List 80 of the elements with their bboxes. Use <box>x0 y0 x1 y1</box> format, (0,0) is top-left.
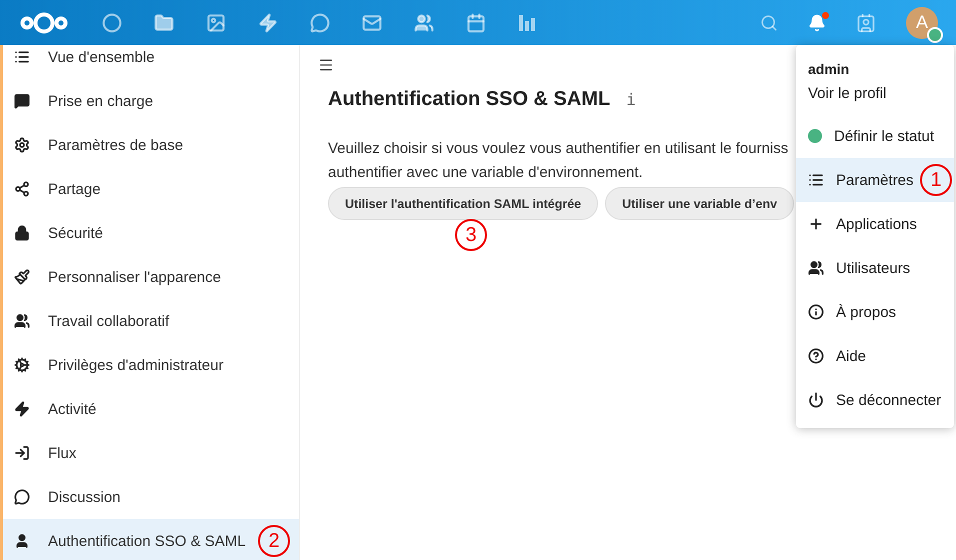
list-icon <box>808 172 824 188</box>
status-dot <box>808 129 822 143</box>
sidebar-item-label: Personnaliser l'apparence <box>48 268 221 286</box>
sidebar-item-label: Vue d'ensemble <box>48 48 155 66</box>
plus-icon <box>808 216 824 232</box>
sidebar-item[interactable]: Prise en charge <box>3 79 299 123</box>
lightning-icon <box>14 401 30 417</box>
envelope-icon[interactable] <box>362 12 382 32</box>
option-button[interactable]: Utiliser une variable d’env <box>605 187 794 220</box>
share-icon <box>14 181 30 197</box>
people-icon <box>14 313 30 329</box>
sidebar-item[interactable]: Partage <box>3 167 299 211</box>
power-icon <box>808 392 824 408</box>
arrow-box-icon <box>14 445 30 461</box>
menu-item[interactable]: Se déconnecter <box>796 378 954 422</box>
page-title: Authentification SSO & SAML <box>328 88 610 111</box>
info-mark[interactable]: i <box>626 90 636 109</box>
sidebar-item[interactable]: Discussion <box>3 475 299 519</box>
menu-item-label: Applications <box>836 216 917 232</box>
list-icon <box>14 49 30 65</box>
people-icon <box>808 260 824 276</box>
sidebar-item[interactable]: Vue d'ensemble <box>3 45 299 79</box>
sidebar-item-label: Privilèges d'administrateur <box>48 356 224 374</box>
step-number: 1 <box>920 164 952 196</box>
lock-icon <box>14 225 30 241</box>
bell-icon[interactable] <box>808 14 826 32</box>
circle-icon[interactable] <box>102 12 122 32</box>
menu-item-label: Paramètres <box>836 172 914 188</box>
sidebar-item-label: Sécurité <box>48 224 104 242</box>
sidebar-item[interactable]: Paramètres de base <box>3 123 299 167</box>
search-icon[interactable] <box>760 14 778 32</box>
sidebar-item-label: Prise en charge <box>48 92 154 110</box>
image-icon[interactable] <box>206 12 226 32</box>
info-icon <box>808 304 824 320</box>
sidebar-item-label: Discussion <box>48 488 121 506</box>
contacts-icon[interactable] <box>856 12 876 32</box>
menu-item[interactable]: Applications <box>796 202 954 246</box>
gear-icon <box>14 137 30 153</box>
sidebar-item-label: Flux <box>48 444 76 462</box>
bar-chart-icon[interactable] <box>518 14 536 32</box>
cog-icon <box>14 357 30 373</box>
logo-icon[interactable] <box>20 10 68 34</box>
menu-item-label: Utilisateurs <box>836 260 910 276</box>
menu-icon[interactable] <box>318 57 334 73</box>
chat-bubble-icon[interactable] <box>310 12 330 32</box>
user-name: admin <box>807 60 850 79</box>
step-number: 3 <box>455 219 487 251</box>
menu-item[interactable]: Définir le statut <box>796 114 954 158</box>
sidebar-item-label: Paramètres de base <box>48 136 184 154</box>
menu-item-label: Aide <box>836 348 866 364</box>
menu-item-label: À propos <box>836 304 896 320</box>
sidebar-item-label: Partage <box>48 180 101 198</box>
profile-link[interactable]: Voir le profil <box>796 81 954 114</box>
calendar-icon[interactable] <box>466 12 486 32</box>
menu-item-label: Définir le statut <box>834 128 934 144</box>
sidebar-item-label: Activité <box>48 400 96 418</box>
menu-item-label: Se déconnecter <box>836 392 942 408</box>
option-button[interactable]: Utiliser l'authentification SAML intégrée <box>328 187 598 220</box>
sidebar-item[interactable]: Travail collaboratif <box>3 299 299 343</box>
sidebar-item-label: Travail collaboratif <box>48 312 170 330</box>
menu-item[interactable]: Utilisateurs <box>796 246 954 290</box>
help-icon <box>808 348 824 364</box>
step-number: 2 <box>258 525 290 557</box>
sidebar-item[interactable]: Sécurité <box>3 211 299 255</box>
lightning-icon[interactable] <box>258 12 278 32</box>
people-icon[interactable] <box>414 12 434 32</box>
sidebar-item[interactable]: Flux <box>3 431 299 475</box>
menu-item[interactable]: Aide <box>796 334 954 378</box>
description-text: authentifier avec une variable d'environnement. <box>328 163 643 183</box>
person-icon <box>14 533 30 549</box>
sidebar-item[interactable]: Privilèges d'administrateur <box>3 343 299 387</box>
sidebar-item-label: Authentification SSO & SAML <box>48 532 246 550</box>
description-text: Veuillez choisir si vous voulez vous authentifier en utilisant le fourniss <box>328 139 788 159</box>
chat-bubble-icon <box>14 489 30 505</box>
menu-item[interactable]: À propos <box>796 290 954 334</box>
paintbrush-icon <box>14 269 30 285</box>
sidebar-item[interactable]: Activité <box>3 387 299 431</box>
folder-icon[interactable] <box>154 12 174 32</box>
speech-bubble-icon <box>14 93 30 109</box>
sidebar-item[interactable]: Personnaliser l'apparence <box>3 255 299 299</box>
